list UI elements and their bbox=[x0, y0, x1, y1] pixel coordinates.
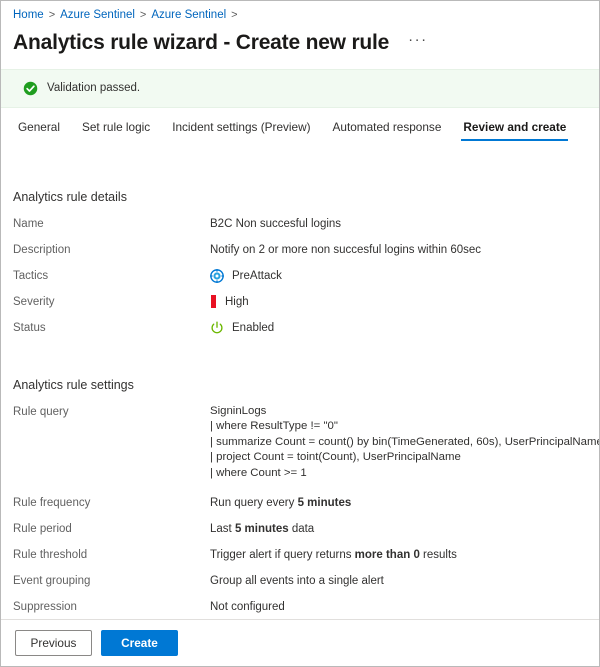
detail-label-tactics: Tactics bbox=[13, 268, 210, 284]
section-heading-rule-settings: Analytics rule settings bbox=[13, 378, 587, 392]
setting-value-suffix: data bbox=[289, 523, 315, 535]
setting-row-event-grouping: Event grouping Group all events into a s… bbox=[13, 573, 587, 589]
previous-button[interactable]: Previous bbox=[15, 630, 92, 656]
wizard-tabs: General Set rule logic Incident settings… bbox=[1, 108, 599, 141]
breadcrumb-separator-icon: > bbox=[140, 7, 146, 23]
setting-value-rule-query: SigninLogs | where ResultType != "0" | s… bbox=[210, 404, 599, 482]
breadcrumb-item-azure-sentinel-1[interactable]: Azure Sentinel bbox=[60, 7, 135, 23]
detail-label-name: Name bbox=[13, 216, 210, 232]
setting-value-rule-period: Last 5 minutes data bbox=[210, 521, 587, 537]
detail-value-status-label: Enabled bbox=[232, 320, 274, 336]
setting-label-rule-frequency: Rule frequency bbox=[13, 495, 210, 511]
setting-label-event-grouping: Event grouping bbox=[13, 573, 210, 589]
breadcrumb-item-azure-sentinel-2[interactable]: Azure Sentinel bbox=[151, 7, 226, 23]
detail-row-name: Name B2C Non succesful logins bbox=[13, 216, 587, 232]
setting-row-rule-query: Rule query SigninLogs | where ResultType… bbox=[13, 404, 587, 482]
check-circle-icon bbox=[23, 81, 38, 96]
breadcrumb-separator-icon: > bbox=[49, 7, 55, 23]
more-options-icon[interactable]: ··· bbox=[405, 31, 431, 55]
detail-row-severity: Severity High bbox=[13, 294, 587, 310]
setting-row-rule-threshold: Rule threshold Trigger alert if query re… bbox=[13, 547, 587, 563]
tab-automated-response[interactable]: Automated response bbox=[322, 117, 453, 141]
setting-value-strong: 5 minutes bbox=[235, 523, 289, 535]
detail-value-severity: High bbox=[210, 294, 587, 310]
setting-value-suppression: Not configured bbox=[210, 599, 587, 615]
power-icon bbox=[210, 321, 224, 335]
detail-value-status: Enabled bbox=[210, 320, 587, 336]
detail-value-description: Notify on 2 or more non succesful logins… bbox=[210, 242, 587, 258]
setting-row-rule-period: Rule period Last 5 minutes data bbox=[13, 521, 587, 537]
analytics-rule-wizard-blade: Home > Azure Sentinel > Azure Sentinel >… bbox=[0, 0, 600, 667]
detail-value-tactics-label: PreAttack bbox=[232, 268, 282, 284]
severity-high-bar-icon bbox=[211, 295, 216, 308]
tab-general[interactable]: General bbox=[7, 117, 71, 141]
tab-set-rule-logic[interactable]: Set rule logic bbox=[71, 117, 161, 141]
setting-label-rule-threshold: Rule threshold bbox=[13, 547, 210, 563]
setting-value-prefix: Run query every bbox=[210, 497, 298, 509]
title-row: Analytics rule wizard - Create new rule … bbox=[1, 25, 599, 57]
setting-label-rule-period: Rule period bbox=[13, 521, 210, 537]
detail-row-description: Description Notify on 2 or more non succ… bbox=[13, 242, 587, 258]
section-heading-rule-details: Analytics rule details bbox=[13, 190, 587, 204]
create-button[interactable]: Create bbox=[101, 630, 178, 656]
setting-value-strong: more than 0 bbox=[355, 549, 420, 561]
wizard-footer: Previous Create bbox=[1, 619, 599, 666]
detail-value-tactics: PreAttack bbox=[210, 268, 587, 284]
review-content: Analytics rule details Name B2C Non succ… bbox=[1, 143, 599, 619]
tab-review-and-create[interactable]: Review and create bbox=[452, 117, 577, 141]
setting-label-suppression: Suppression bbox=[13, 599, 210, 615]
setting-row-rule-frequency: Rule frequency Run query every 5 minutes bbox=[13, 495, 587, 511]
detail-label-description: Description bbox=[13, 242, 210, 258]
validation-banner: Validation passed. bbox=[1, 69, 599, 108]
setting-value-event-grouping: Group all events into a single alert bbox=[210, 573, 587, 589]
setting-value-rule-frequency: Run query every 5 minutes bbox=[210, 495, 587, 511]
mitre-tactic-icon bbox=[210, 269, 224, 283]
breadcrumb-item-home[interactable]: Home bbox=[13, 7, 44, 23]
setting-row-suppression: Suppression Not configured bbox=[13, 599, 587, 615]
setting-value-prefix: Last bbox=[210, 523, 235, 535]
setting-label-rule-query: Rule query bbox=[13, 404, 210, 420]
setting-value-prefix: Trigger alert if query returns bbox=[210, 549, 355, 561]
breadcrumb: Home > Azure Sentinel > Azure Sentinel > bbox=[1, 1, 599, 25]
breadcrumb-separator-trailing-icon: > bbox=[231, 7, 237, 23]
tab-incident-settings[interactable]: Incident settings (Preview) bbox=[161, 117, 321, 141]
detail-value-severity-label: High bbox=[225, 294, 249, 310]
setting-value-rule-threshold: Trigger alert if query returns more than… bbox=[210, 547, 587, 563]
detail-value-name: B2C Non succesful logins bbox=[210, 216, 587, 232]
detail-row-tactics: Tactics PreAttack bbox=[13, 268, 587, 284]
detail-row-status: Status Enabled bbox=[13, 320, 587, 336]
validation-message: Validation passed. bbox=[47, 82, 140, 94]
setting-value-strong: 5 minutes bbox=[298, 497, 352, 509]
detail-label-status: Status bbox=[13, 320, 210, 336]
setting-value-suffix: results bbox=[420, 549, 457, 561]
detail-label-severity: Severity bbox=[13, 294, 210, 310]
page-title: Analytics rule wizard - Create new rule bbox=[13, 29, 389, 57]
